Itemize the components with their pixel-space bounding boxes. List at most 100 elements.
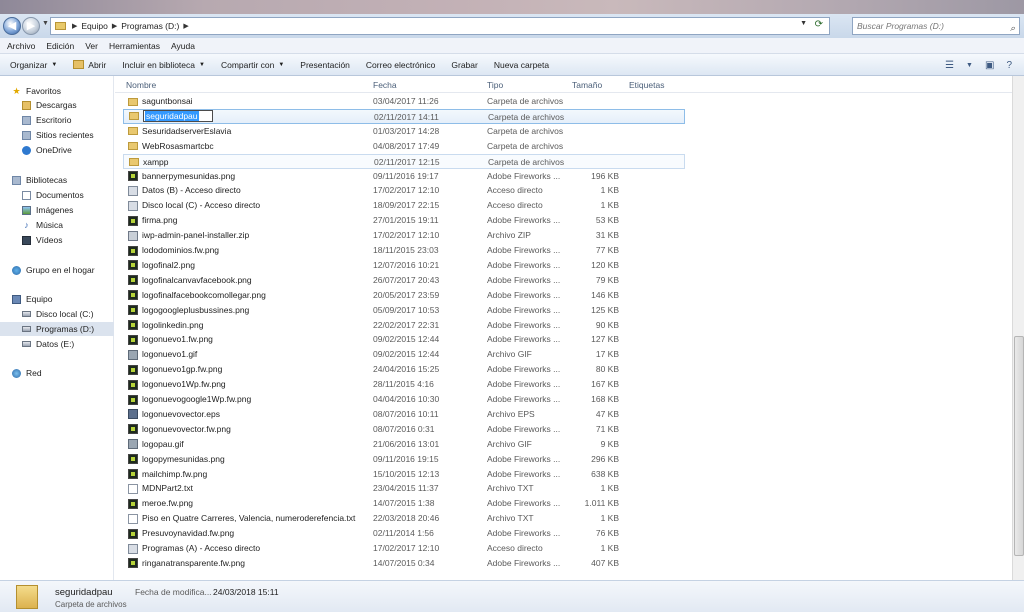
- file-type: Carpeta de archivos: [487, 140, 564, 151]
- menu-ver[interactable]: Ver: [85, 41, 98, 51]
- file-size: 80 KB: [595, 364, 619, 375]
- refresh-icon[interactable]: ⟳: [815, 19, 823, 30]
- file-row[interactable]: Disco local (C) - Acceso directo 18/09/20…: [123, 198, 685, 213]
- file-name: logonuevogoogle1Wp.fw.png: [142, 394, 252, 404]
- file-date: 26/07/2017 20:43: [373, 274, 440, 285]
- file-row[interactable]: Piso en Quatre Carreres, Valencia, numer…: [123, 511, 685, 526]
- file-row[interactable]: mailchimp.fw.png 15/10/2015 12:13 Adobe Fi…: [123, 467, 685, 482]
- file-row[interactable]: logofinalfacebookcomollegar.png 20/05/201…: [123, 288, 685, 303]
- file-name-cell: Piso en Quatre Carreres, Valencia, numer…: [128, 511, 355, 526]
- file-type: Acceso directo: [487, 185, 543, 196]
- file-name: logonuevo1Wp.fw.png: [142, 379, 226, 390]
- organize-button[interactable]: Organizar ▼: [4, 60, 63, 70]
- nav-label: Sitios recientes: [36, 130, 94, 140]
- file-type: Adobe Fireworks ...: [487, 557, 561, 568]
- nav-favorites[interactable]: ★ Favoritos: [12, 84, 126, 98]
- file-row[interactable]: logonuevo1.fw.png 09/02/2015 12:44 Adobe F…: [123, 332, 685, 347]
- file-row[interactable]: logonuevo1gp.fw.png 24/04/2016 15:25 Adobe…: [123, 362, 685, 377]
- breadcrumb-programas[interactable]: Programas (D:): [121, 21, 179, 31]
- file-name-cell: logonuevovector.eps: [128, 407, 220, 422]
- folder-row[interactable]: xampp 02/11/2017 12:15 Carpeta de archivos: [123, 153, 685, 169]
- file-row[interactable]: logofinal2.png 12/07/2016 10:21 Adobe Fire…: [123, 258, 685, 273]
- nav-drive-d[interactable]: Programas (D:): [0, 322, 114, 336]
- folder-row[interactable]: seguridadpau 02/11/2017 14:11 Carpeta de a…: [123, 108, 685, 124]
- menu-edicion[interactable]: Edición: [46, 41, 74, 51]
- column-tags[interactable]: Etiquetas: [629, 80, 664, 90]
- address-dropdown-icon[interactable]: ▼: [800, 20, 807, 27]
- column-type[interactable]: Tipo: [487, 80, 503, 90]
- help-icon[interactable]: ?: [1006, 60, 1012, 71]
- include-library-button[interactable]: Incluir en biblioteca ▼: [116, 60, 211, 70]
- column-date[interactable]: Fecha: [373, 80, 397, 90]
- file-row[interactable]: bannerpymesunidas.png 09/11/2016 19:17 Ado…: [123, 169, 685, 184]
- chevron-right-icon[interactable]: ▶: [183, 22, 188, 30]
- breadcrumb-equipo[interactable]: Equipo: [81, 21, 107, 31]
- file-row[interactable]: firma.png 27/01/2015 19:11 Adobe Fireworks…: [123, 213, 685, 228]
- file-size: 9 KB: [600, 438, 619, 449]
- file-row[interactable]: logolinkedin.png 22/02/2017 22:31 Adobe Fi…: [123, 318, 685, 333]
- chevron-down-icon[interactable]: ▼: [966, 62, 973, 69]
- file-row[interactable]: ringanatransparente.fw.png 14/07/2015 0:3…: [123, 556, 685, 571]
- share-button[interactable]: Compartir con ▼: [215, 60, 290, 70]
- file-name: logonuevovector.fw.png: [142, 423, 231, 434]
- file-name: logogoogleplusbussines.png: [142, 304, 250, 315]
- file-row[interactable]: meroe.fw.png 14/07/2015 1:38 Adobe Firewor…: [123, 496, 685, 511]
- file-size: 120 KB: [591, 259, 619, 270]
- file-row[interactable]: logofinalcanvavfacebook.png 26/07/2017 20…: [123, 273, 685, 288]
- column-size[interactable]: Tamaño: [572, 80, 602, 90]
- nav-computer[interactable]: Equipo: [12, 292, 126, 306]
- menu-archivo[interactable]: Archivo: [7, 41, 35, 51]
- rename-selected-text: seguridadpau: [145, 110, 199, 121]
- rename-input[interactable]: seguridadpau: [143, 109, 213, 122]
- file-date: 22/03/2018 20:46: [373, 513, 440, 524]
- file-row[interactable]: logonuevo1Wp.fw.png 28/11/2015 4:16 Adobe …: [123, 377, 685, 392]
- folder-row[interactable]: saguntbonsai 03/04/2017 11:26 Carpeta de a…: [123, 94, 685, 109]
- preview-pane-icon[interactable]: ▣: [985, 60, 994, 71]
- file-row[interactable]: iwp-admin-panel-installer.zip 17/02/2017 …: [123, 228, 685, 243]
- open-button[interactable]: Abrir: [67, 60, 112, 70]
- file-size: 31 KB: [595, 230, 619, 241]
- file-row[interactable]: Presuvoynavidad.fw.png 02/11/2014 1:56 Ado…: [123, 526, 685, 541]
- email-button[interactable]: Correo electrónico: [360, 60, 441, 70]
- file-row[interactable]: Programas (A) - Acceso directo 17/02/2017…: [123, 541, 685, 556]
- search-input[interactable]: Buscar Programas (D:) ⌕: [852, 17, 1020, 35]
- file-type: Adobe Fireworks ...: [487, 245, 561, 255]
- file-row[interactable]: logonuevovector.eps 08/07/2016 10:11 Archi…: [123, 407, 685, 422]
- file-row[interactable]: logonuevovector.fw.png 08/07/2016 0:31 Ado…: [123, 422, 685, 437]
- menu-ayuda[interactable]: Ayuda: [171, 41, 195, 51]
- scrollbar-thumb[interactable]: [1014, 336, 1024, 556]
- file-date: 18/09/2017 22:15: [373, 200, 440, 211]
- file-type: Adobe Fireworks ...: [487, 215, 561, 226]
- file-row[interactable]: logonuevo1.gif 09/02/2015 12:44 Archivo GI…: [123, 347, 685, 362]
- nav-libraries[interactable]: Bibliotecas: [12, 173, 126, 187]
- chevron-right-icon[interactable]: ▶: [112, 22, 117, 30]
- file-row[interactable]: logopau.gif 21/06/2016 13:01 Archivo GIF 9 …: [123, 437, 685, 452]
- column-name[interactable]: Nombre: [126, 80, 156, 90]
- forward-button[interactable]: ▶: [22, 17, 40, 35]
- folder-row[interactable]: SesuridadserverEslavia 01/03/2017 14:28 Ca…: [123, 124, 685, 139]
- slideshow-button[interactable]: Presentación: [294, 60, 356, 70]
- file-row[interactable]: MDNPart2.txt 23/04/2015 11:37 Archivo TXT 1…: [123, 481, 685, 496]
- file-row[interactable]: logonuevogoogle1Wp.fw.png 04/04/2016 10:3…: [123, 392, 685, 407]
- nav-homegroup[interactable]: Grupo en el hogar: [12, 263, 126, 277]
- folder-row[interactable]: WebRosasmartcbc 04/08/2017 17:49 Carpeta d…: [123, 139, 685, 154]
- lnk-icon: [128, 543, 138, 554]
- search-icon[interactable]: ⌕: [1010, 20, 1015, 36]
- vertical-scrollbar[interactable]: [1012, 76, 1024, 580]
- library-icon: [12, 175, 21, 185]
- address-bar[interactable]: ▶ Equipo ▶ Programas (D:) ▶ ▼ ⟳: [50, 17, 830, 35]
- file-date: 09/02/2015 12:44: [373, 349, 440, 360]
- file-row[interactable]: logogoogleplusbussines.png 05/09/2017 10:…: [123, 303, 685, 318]
- menu-herramientas[interactable]: Herramientas: [109, 41, 160, 51]
- burn-button[interactable]: Grabar: [445, 60, 483, 70]
- zip-icon: [128, 230, 138, 241]
- file-row[interactable]: logopymesunidas.png 09/11/2016 19:15 Adobe…: [123, 452, 685, 467]
- chevron-right-icon[interactable]: ▶: [72, 22, 77, 30]
- new-folder-button[interactable]: Nueva carpeta: [488, 60, 555, 70]
- back-button[interactable]: ◀: [3, 17, 21, 35]
- view-options-icon[interactable]: ☰: [945, 60, 954, 71]
- recent-pages-dropdown-icon[interactable]: ▼: [42, 20, 49, 27]
- file-row[interactable]: lododominios.fw.png 18/11/2015 23:03 Adobe…: [123, 243, 685, 258]
- nav-network[interactable]: Red: [12, 366, 126, 380]
- file-row[interactable]: Datos (B) - Acceso directo 17/02/2017 12:…: [123, 183, 685, 198]
